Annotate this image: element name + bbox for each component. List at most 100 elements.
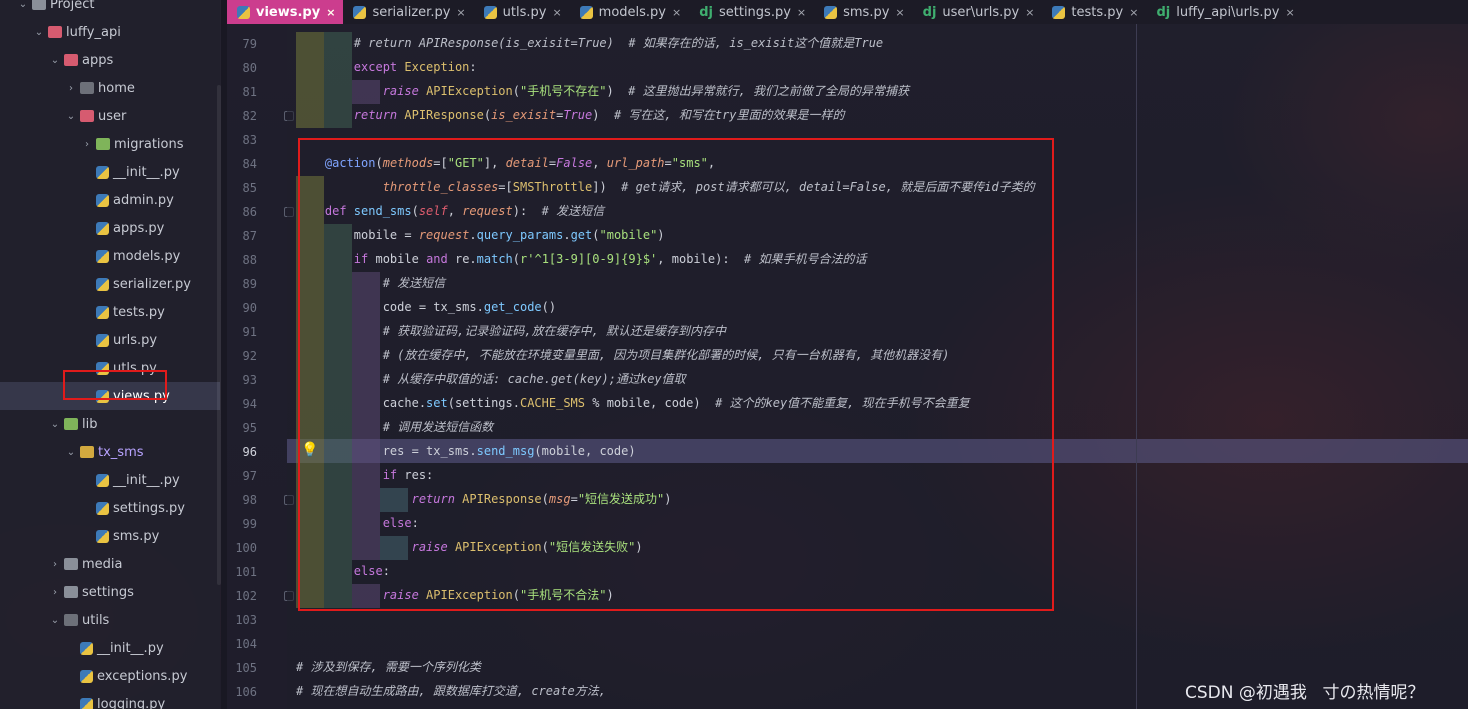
- tab-user-urls-py[interactable]: dj user\urls.py ×: [913, 0, 1043, 24]
- chevron-down-icon[interactable]: ⌄: [48, 615, 62, 626]
- tree-item[interactable]: sms.py: [0, 522, 220, 550]
- tab-label: models.py: [598, 4, 666, 20]
- project-icon: [32, 0, 46, 10]
- tree-item[interactable]: exceptions.py: [0, 662, 220, 690]
- python-file-icon: [96, 249, 109, 263]
- code-line[interactable]: return APIResponse(is_exisit=True) # 写在这…: [296, 103, 845, 127]
- chevron-down-icon[interactable]: ⌄: [48, 55, 62, 66]
- close-icon[interactable]: ×: [552, 6, 561, 19]
- chevron-right-icon[interactable]: ›: [48, 587, 62, 598]
- chevron-down-icon[interactable]: ⌄: [16, 0, 30, 10]
- close-icon[interactable]: ×: [1025, 6, 1034, 19]
- tree-item[interactable]: › media: [0, 550, 220, 578]
- python-file-icon: [1052, 5, 1066, 19]
- tree-item[interactable]: ⌄ utils: [0, 606, 220, 634]
- tree-item[interactable]: __init__.py: [0, 158, 220, 186]
- tree-item[interactable]: ⌄ user: [0, 102, 220, 130]
- tree-item[interactable]: › settings: [0, 578, 220, 606]
- chevron-right-icon[interactable]: ›: [64, 83, 78, 94]
- tab-serializer-py[interactable]: serializer.py ×: [343, 0, 473, 24]
- code-token: APIResponse: [404, 108, 484, 122]
- tree-item[interactable]: __init__.py: [0, 466, 220, 494]
- close-icon[interactable]: ×: [895, 6, 904, 19]
- tab-tests-py[interactable]: tests.py ×: [1042, 0, 1146, 24]
- tree-item-label: __init__.py: [113, 472, 180, 488]
- line-number-gutter: 79 80 81 82 83 84 85 86 87 88 89 90 91 92 93 94 95 96 97 98…: [227, 24, 294, 709]
- close-icon[interactable]: ×: [1129, 6, 1138, 19]
- code-token: True: [563, 108, 593, 122]
- tree-item[interactable]: › migrations: [0, 130, 220, 158]
- line-number: 88: [242, 253, 257, 267]
- django-file-icon: dj: [922, 4, 937, 20]
- line-number: 97: [242, 469, 257, 483]
- tab-sms-py[interactable]: sms.py ×: [814, 0, 913, 24]
- python-file-icon: [80, 669, 93, 683]
- tree-item-label: settings: [82, 584, 134, 600]
- tree-item[interactable]: __init__.py: [0, 634, 220, 662]
- chevron-down-icon[interactable]: ⌄: [64, 447, 78, 458]
- chevron-down-icon[interactable]: ⌄: [48, 419, 62, 430]
- tree-item[interactable]: tests.py: [0, 298, 220, 326]
- folder-icon: [64, 586, 78, 598]
- python-file-icon: [96, 193, 109, 207]
- tree-item-label: models.py: [113, 248, 181, 264]
- tab-settings-py[interactable]: dj settings.py ×: [689, 0, 814, 24]
- tree-item-label: tx_sms: [98, 444, 144, 460]
- close-icon[interactable]: ×: [1285, 6, 1294, 19]
- close-icon[interactable]: ×: [672, 6, 681, 19]
- chevron-right-icon[interactable]: ›: [48, 559, 62, 570]
- tree-item-label: home: [98, 80, 135, 96]
- tree-item[interactable]: ⌄ tx_sms: [0, 438, 220, 466]
- tree-item-label: migrations: [114, 136, 184, 152]
- chevron-down-icon[interactable]: ⌄: [64, 111, 78, 122]
- line-number: 80: [242, 61, 257, 75]
- code-line[interactable]: # 涉及到保存, 需要一个序列化类: [296, 655, 481, 679]
- tree-item[interactable]: › home: [0, 74, 220, 102]
- chevron-right-icon[interactable]: ›: [80, 139, 94, 150]
- tab-luffy-api-urls-py[interactable]: dj luffy_api\urls.py ×: [1146, 0, 1302, 24]
- python-file-icon: [579, 5, 593, 19]
- folder-icon: [64, 558, 78, 570]
- code-token: # 现在想自动生成路由, 跟数据库打交道, create方法,: [296, 684, 606, 698]
- python-file-icon: [80, 641, 93, 655]
- tree-item[interactable]: ⌄ lib: [0, 410, 220, 438]
- tree-item-label: Project: [50, 0, 95, 12]
- tree-item[interactable]: apps.py: [0, 214, 220, 242]
- tree-item-label: serializer.py: [113, 276, 191, 292]
- tab-utls-py[interactable]: utls.py ×: [474, 0, 570, 24]
- tree-item[interactable]: logging.py: [0, 690, 220, 709]
- code-line[interactable]: # return APIResponse(is_exisit=True) # 如…: [296, 31, 883, 55]
- tree-item[interactable]: admin.py: [0, 186, 220, 214]
- code-token: ): [592, 108, 614, 122]
- tree-item-label: urls.py: [113, 332, 158, 348]
- close-icon[interactable]: ×: [797, 6, 806, 19]
- tree-item[interactable]: urls.py: [0, 326, 220, 354]
- code-token: APIException: [426, 84, 513, 98]
- code-line[interactable]: except Exception:: [296, 55, 477, 79]
- tree-item[interactable]: settings.py: [0, 494, 220, 522]
- line-number: 86: [242, 205, 257, 219]
- tree-item[interactable]: ⌄ apps: [0, 46, 220, 74]
- code-line[interactable]: raise APIException("手机号不存在") # 这里抛出异常就行,…: [296, 79, 909, 103]
- tab-views-py[interactable]: views.py ×: [227, 0, 344, 24]
- python-file-icon: [96, 333, 109, 347]
- tab-label: views.py: [256, 4, 321, 20]
- line-number: 104: [235, 637, 257, 651]
- chevron-down-icon[interactable]: ⌄: [32, 27, 46, 38]
- python-file-icon: [96, 165, 109, 179]
- tree-item[interactable]: serializer.py: [0, 270, 220, 298]
- close-icon[interactable]: ×: [456, 6, 465, 19]
- close-icon[interactable]: ×: [326, 6, 335, 19]
- code-token: # return APIResponse(is_exisit=True) # 如…: [296, 36, 884, 50]
- tree-item[interactable]: ⌄ Project: [0, 0, 220, 18]
- line-number: 84: [242, 157, 257, 171]
- python-file-icon: [483, 5, 497, 19]
- tree-item[interactable]: ⌄ luffy_api: [0, 18, 220, 46]
- project-sidebar: ⌄ Project ⌄ luffy_api ⌄ apps › home ⌄ user › migrat…: [0, 0, 220, 709]
- tab-models-py[interactable]: models.py ×: [570, 0, 690, 24]
- code-line[interactable]: # 现在想自动生成路由, 跟数据库打交道, create方法,: [296, 679, 606, 703]
- line-number: 94: [242, 397, 257, 411]
- tree-item[interactable]: models.py: [0, 242, 220, 270]
- code-token: is_exisit: [491, 108, 557, 122]
